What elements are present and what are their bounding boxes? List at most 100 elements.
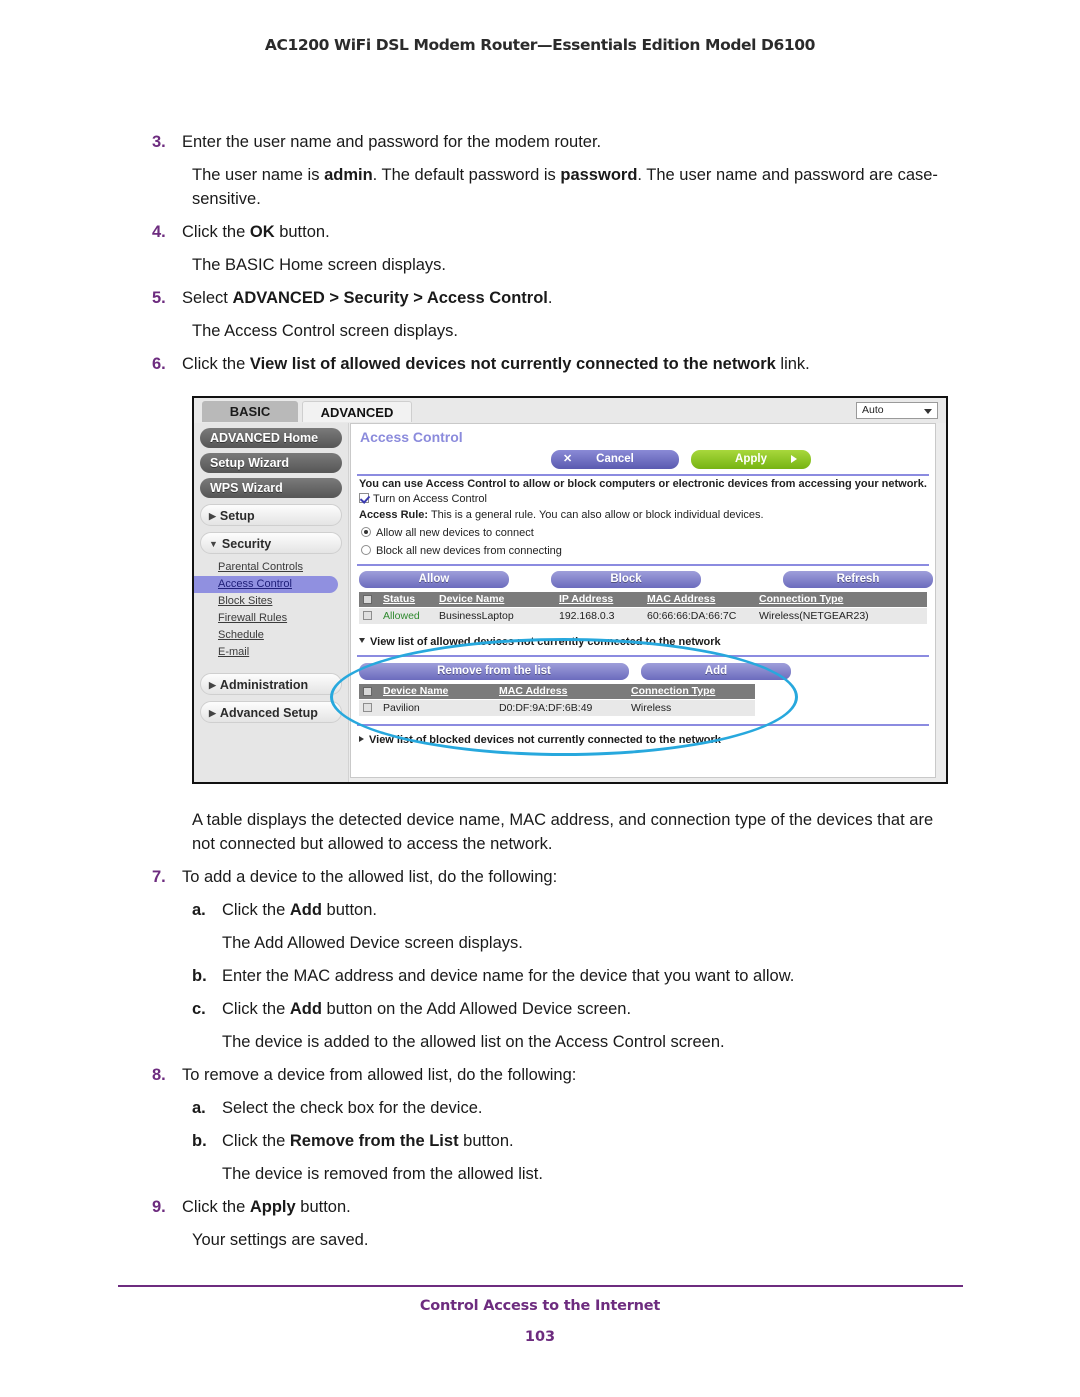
step-5-number: 5. xyxy=(152,289,166,307)
step-4-number: 4. xyxy=(152,223,166,241)
turn-on-access-control-row[interactable]: Turn on Access Control xyxy=(359,493,487,505)
step-9-result: Your settings are saved. xyxy=(192,1231,369,1249)
column-connection-type[interactable]: Connection Type xyxy=(759,593,843,605)
sidebar-item-setup-wizard[interactable]: Setup Wizard xyxy=(200,453,342,473)
step-6-text-a: Click the xyxy=(182,355,250,373)
step-8b-number: b. xyxy=(192,1132,207,1150)
step-9-text: Click the Apply button. xyxy=(182,1195,952,1219)
tab-basic[interactable]: BASIC xyxy=(202,401,298,422)
refresh-button[interactable]: Refresh xyxy=(783,571,933,588)
block-button[interactable]: Block xyxy=(551,571,701,588)
step-4-text: Click the OK button. xyxy=(182,220,952,244)
sidebar-item-firewall-rules[interactable]: Firewall Rules xyxy=(194,610,348,627)
column-mac-address[interactable]: MAC Address xyxy=(647,593,715,605)
triangle-right-icon xyxy=(359,736,364,742)
radio-allow-all-label: Allow all new devices to connect xyxy=(376,527,534,539)
step-8a-text: Select the check box for the device. xyxy=(222,1099,483,1117)
remove-from-list-button[interactable]: Remove from the list xyxy=(359,663,629,680)
cell-connection-type: Wireless xyxy=(631,702,672,714)
cell-device-name: BusinessLaptop xyxy=(439,610,514,622)
view-blocked-devices-label: View list of blocked devices not current… xyxy=(369,734,721,746)
radio-block-all[interactable] xyxy=(361,545,371,555)
column-status[interactable]: Status xyxy=(383,593,415,605)
column-device-name[interactable]: Device Name xyxy=(439,593,504,605)
play-arrow-icon xyxy=(791,455,797,463)
step-6-text-b: link. xyxy=(775,355,810,373)
allow-button[interactable]: Allow xyxy=(359,571,509,588)
chevron-down-icon: ▼ xyxy=(209,539,218,549)
step-8b-result: The device is removed from the allowed l… xyxy=(222,1165,543,1183)
step-4-text-b: button. xyxy=(274,223,330,241)
column-ip-address[interactable]: IP Address xyxy=(559,593,613,605)
column-connection-type[interactable]: Connection Type xyxy=(631,685,715,697)
step-4-text-a: Click the xyxy=(182,223,250,241)
footer-section-title: Control Access to the Internet xyxy=(419,1298,661,1314)
connected-table-header: Status Device Name IP Address MAC Addres… xyxy=(359,592,927,607)
sidebar-item-email[interactable]: E-mail xyxy=(194,644,348,661)
view-allowed-link-ref: View list of allowed devices not current… xyxy=(249,355,776,373)
view-allowed-devices-link[interactable]: View list of allowed devices not current… xyxy=(359,636,721,648)
step-5: 5. Select ADVANCED > Security > Access C… xyxy=(152,286,952,310)
step-9-text-b: button. xyxy=(295,1198,351,1216)
select-all-checkbox[interactable] xyxy=(363,687,372,696)
sidebar-section-setup[interactable]: ▶ Setup xyxy=(200,504,342,526)
column-device-name[interactable]: Device Name xyxy=(383,685,448,697)
add-button-ref: Add xyxy=(289,901,322,919)
table-row[interactable]: Pavilion D0:DF:9A:DF:6B:49 Wireless xyxy=(359,700,755,716)
sidebar-security-submenu: Parental Controls Access Control Block S… xyxy=(194,559,348,661)
step-7c-result: The device is added to the allowed list … xyxy=(222,1033,725,1051)
sidebar-item-schedule[interactable]: Schedule xyxy=(194,627,348,644)
block-button-label: Block xyxy=(610,573,642,585)
step-5-result: The Access Control screen displays. xyxy=(192,322,458,340)
step-7c-text: Click the Add button on the Add Allowed … xyxy=(222,997,952,1021)
sidebar-item-access-control[interactable]: Access Control xyxy=(194,576,338,593)
turn-on-access-control-checkbox[interactable] xyxy=(359,493,369,503)
sidebar-section-security[interactable]: ▼ Security xyxy=(200,532,342,554)
page-title: Access Control xyxy=(360,429,463,445)
view-allowed-devices-label: View list of allowed devices not current… xyxy=(370,636,721,648)
step-8a: a. Select the check box for the device. xyxy=(192,1096,952,1120)
divider-blocked xyxy=(357,724,929,726)
step-3-text: Enter the user name and password for the… xyxy=(182,133,602,151)
sidebar-section-advanced-setup-label: Advanced Setup xyxy=(219,706,318,720)
tab-advanced[interactable]: ADVANCED xyxy=(302,401,412,422)
step-9: 9. Click the Apply button. xyxy=(152,1195,952,1219)
table-row[interactable]: Allowed BusinessLaptop 192.168.0.3 60:66… xyxy=(359,608,927,624)
step-9-number: 9. xyxy=(152,1198,166,1216)
radio-block-all-row[interactable]: Block all new devices from connecting xyxy=(361,545,562,557)
step-8-number: 8. xyxy=(152,1066,166,1084)
apply-button[interactable]: Apply xyxy=(691,450,811,469)
cell-device-name: Pavilion xyxy=(383,702,420,714)
sidebar-section-advanced-setup[interactable]: ▶ Advanced Setup xyxy=(200,701,342,723)
cancel-button[interactable]: ✕ Cancel xyxy=(551,450,679,469)
username-value: admin xyxy=(324,166,373,184)
step-8b-text-a: Click the xyxy=(222,1132,290,1150)
sidebar-section-security-label: Security xyxy=(221,537,272,551)
apply-button-label: Apply xyxy=(735,453,767,465)
sidebar-item-advanced-home[interactable]: ADVANCED Home xyxy=(200,428,342,448)
chevron-down-icon xyxy=(924,409,932,414)
add-button[interactable]: Add xyxy=(641,663,791,680)
chevron-right-icon: ▶ xyxy=(209,708,216,718)
column-mac-address[interactable]: MAC Address xyxy=(499,685,567,697)
row-checkbox[interactable] xyxy=(363,703,372,712)
remove-from-list-button-label: Remove from the list xyxy=(437,665,551,677)
sidebar-item-block-sites[interactable]: Block Sites xyxy=(194,593,348,610)
footer-page-number: 103 xyxy=(524,1329,556,1345)
triangle-down-icon xyxy=(359,638,365,643)
step-8b-text-b: button. xyxy=(458,1132,514,1150)
row-checkbox[interactable] xyxy=(363,611,372,620)
language-select[interactable]: Auto xyxy=(856,402,938,419)
step-8b: b. Click the Remove from the List button… xyxy=(192,1129,952,1153)
sidebar-item-parental-controls[interactable]: Parental Controls xyxy=(194,559,348,576)
view-blocked-devices-link[interactable]: View list of blocked devices not current… xyxy=(359,734,721,746)
radio-allow-all[interactable] xyxy=(361,527,371,537)
sidebar-section-administration[interactable]: ▶ Administration xyxy=(200,673,342,695)
step-7c-text-a: Click the xyxy=(222,1000,290,1018)
divider-top xyxy=(357,474,929,476)
select-all-checkbox[interactable] xyxy=(363,595,372,604)
radio-allow-all-row[interactable]: Allow all new devices to connect xyxy=(361,527,534,539)
step-5-text-b: . xyxy=(547,289,553,307)
sidebar-item-wps-wizard[interactable]: WPS Wizard xyxy=(200,478,342,498)
footer-divider xyxy=(118,1285,963,1287)
